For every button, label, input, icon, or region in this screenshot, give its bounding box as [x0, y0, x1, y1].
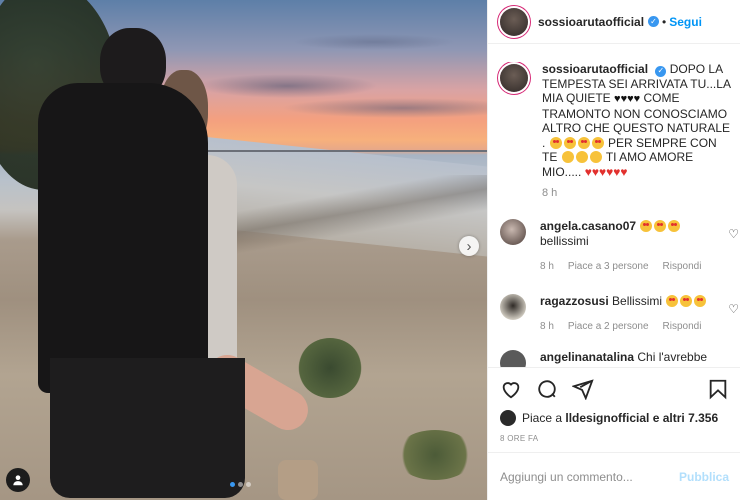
publish-button[interactable]: Pubblica — [679, 470, 729, 484]
bookmark-icon[interactable] — [707, 378, 729, 400]
red-heart-icon: ♥♥♥♥♥♥ — [584, 164, 628, 179]
comment-meta: 8 h Piace a 2 persone Rispondi — [540, 319, 720, 334]
comments-list[interactable]: sossioarutaofficial ✓ DOPO LA TEMPESTA S… — [488, 62, 740, 367]
bush — [395, 430, 475, 480]
heart-eyes-emoji-icon — [640, 220, 653, 233]
woman-boot — [278, 460, 318, 500]
kiss-emoji-icon — [575, 151, 588, 164]
carousel-dot — [238, 482, 243, 487]
heart-eyes-emoji-icon — [549, 136, 562, 149]
comment-body: angelinanatalina Chi l'avrebbe — [540, 350, 720, 367]
kiss-emoji-icon — [561, 151, 574, 164]
commenter-avatar[interactable] — [500, 219, 526, 246]
reply-button[interactable]: Rispondi — [663, 259, 702, 274]
comment-text: Chi l'avrebbe — [637, 350, 708, 365]
post-actions: Piace a lldesignofficial e altri 7.356 8… — [488, 367, 740, 443]
comment-icon[interactable] — [536, 378, 558, 400]
caption-username[interactable]: sossioarutaofficial — [542, 62, 648, 76]
carousel-dots — [230, 482, 251, 487]
likes-prefix: Piace a — [522, 411, 563, 425]
comment-like-icon[interactable]: ♡ — [728, 227, 739, 241]
post-timestamp: 8 ORE FA — [500, 434, 539, 443]
comment-text: Bellissimi — [612, 294, 663, 309]
bush — [298, 338, 362, 398]
heart-eyes-emoji-icon — [666, 295, 679, 308]
man-hoodie — [38, 83, 208, 393]
carousel-dot-active — [230, 482, 235, 487]
kiss-emoji-icon — [589, 151, 602, 164]
comment-likes-link[interactable]: Piace a 3 persone — [568, 259, 649, 274]
comment-item: ragazzosusi Bellissimi 8 h Piace a 2 per… — [488, 294, 740, 334]
comment-time: 8 h — [540, 261, 554, 273]
caption-time: 8 h — [542, 187, 558, 200]
liker-avatar — [500, 410, 516, 426]
likes-summary[interactable]: Piace a lldesignofficial e altri 7.356 — [500, 410, 729, 426]
commenter-avatar[interactable] — [500, 350, 526, 367]
heart-eyes-emoji-icon — [668, 220, 681, 233]
heart-eyes-emoji-icon — [577, 136, 590, 149]
comment-item: angela.casano07 bellissimi 8 h Piace a 3… — [488, 219, 740, 274]
comment-item: angelinanatalina Chi l'avrebbe — [488, 350, 740, 367]
post-caption: sossioarutaofficial ✓ DOPO LA TEMPESTA S… — [488, 62, 740, 179]
follow-button[interactable]: Segui — [669, 15, 702, 29]
share-icon[interactable] — [572, 378, 594, 400]
comment-like-icon[interactable]: ♡ — [728, 302, 739, 316]
add-comment-bar: Pubblica — [488, 452, 740, 500]
author-username[interactable]: sossioarutaofficial — [538, 15, 644, 29]
comment-meta: 8 h Piace a 3 persone Rispondi — [540, 259, 720, 274]
heart-eyes-emoji-icon — [680, 295, 693, 308]
user-tag-button[interactable] — [6, 468, 30, 492]
next-photo-button[interactable]: › — [459, 236, 479, 256]
author-avatar[interactable] — [500, 64, 528, 92]
caption-text: sossioarutaofficial ✓ DOPO LA TEMPESTA S… — [542, 62, 731, 179]
post-photo[interactable]: › — [0, 0, 487, 500]
likes-count[interactable]: e altri 7.356 — [653, 411, 718, 425]
man-figure — [38, 28, 245, 500]
liker-username[interactable]: lldesignofficial — [565, 411, 649, 425]
separator: • — [662, 14, 667, 29]
verified-badge-icon: ✓ — [655, 65, 667, 77]
chevron-right-icon: › — [466, 237, 472, 255]
heart-eyes-emoji-icon — [563, 136, 576, 149]
action-icons — [500, 378, 729, 400]
author-avatar[interactable] — [500, 7, 528, 36]
comment-username[interactable]: angela.casano07 — [540, 219, 636, 233]
heart-icon[interactable] — [500, 378, 522, 400]
comment-likes-link[interactable]: Piace a 2 persone — [568, 319, 649, 334]
carousel-dot — [246, 482, 251, 487]
comment-time: 8 h — [540, 321, 554, 333]
user-tag-icon — [13, 475, 23, 486]
man-shorts — [50, 358, 245, 498]
black-heart-icon: ♥♥♥♥ — [614, 93, 641, 106]
comment-username[interactable]: ragazzosusi — [540, 294, 609, 308]
comment-body: ragazzosusi Bellissimi 8 h Piace a 2 per… — [540, 294, 720, 334]
comment-input[interactable] — [500, 469, 679, 484]
comment-body: angela.casano07 bellissimi 8 h Piace a 3… — [540, 219, 720, 274]
post-panel: sossioarutaofficial ✓ • Segui sossioarut… — [487, 0, 740, 500]
commenter-avatar[interactable] — [500, 294, 526, 321]
heart-eyes-emoji-icon — [591, 136, 604, 149]
comment-username[interactable]: angelinanatalina — [540, 350, 634, 364]
post-header: sossioarutaofficial ✓ • Segui — [488, 0, 740, 44]
heart-eyes-emoji-icon — [654, 220, 667, 233]
heart-eyes-emoji-icon — [694, 295, 707, 308]
reply-button[interactable]: Rispondi — [663, 319, 702, 334]
verified-badge-icon: ✓ — [648, 16, 660, 27]
comment-text: bellissimi — [540, 234, 589, 249]
